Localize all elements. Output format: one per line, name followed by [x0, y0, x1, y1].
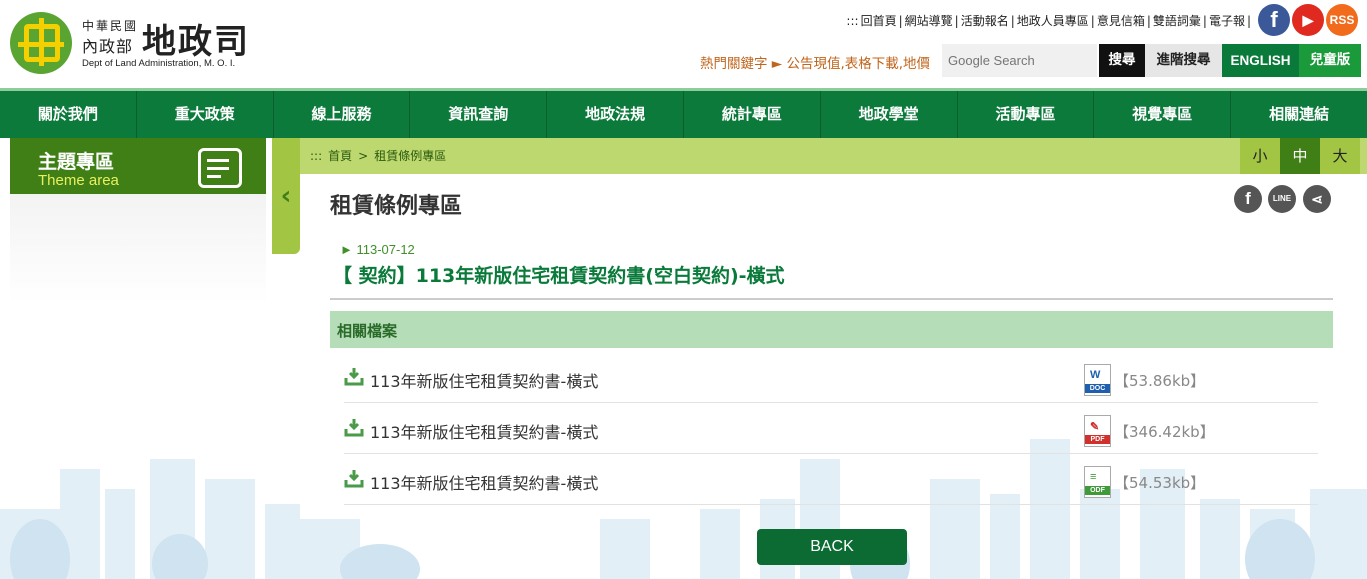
article-title: 【 契約】113年新版住宅租賃契約書(空白契約)-橫式 — [333, 265, 785, 287]
logo-department[interactable]: 地政司 — [142, 14, 250, 63]
logo-country: 中華民國 — [82, 19, 139, 33]
file-name[interactable]: 113年新版住宅租賃契約書-橫式 — [370, 368, 598, 392]
file-size: 【54.53kb】 — [1114, 474, 1206, 492]
top-link-newsletter[interactable]: 電子報 — [1209, 14, 1245, 28]
top-link-glossary[interactable]: 雙語詞彙 — [1153, 14, 1201, 28]
top-link-separator: | — [1246, 14, 1251, 28]
logo-english-name: Dept of Land Administration, M. O. I. — [82, 58, 236, 69]
breadcrumb-separator: > — [358, 149, 369, 163]
breadcrumb-current[interactable]: 租賃條例專區 — [374, 149, 446, 163]
logo-ministry: 內政部 — [82, 37, 134, 56]
breadcrumb: ::: 首頁 > 租賃條例專區 — [310, 147, 452, 164]
font-size-medium-button[interactable]: 中 — [1280, 138, 1320, 174]
share-icon[interactable]: ⋖ — [1303, 185, 1331, 213]
top-link-separator: | — [1202, 14, 1207, 28]
share-facebook-icon[interactable]: f — [1234, 185, 1262, 213]
file-name[interactable]: 113年新版住宅租賃契約書-橫式 — [370, 419, 598, 443]
file-row[interactable]: 113年新版住宅租賃契約書-橫式 ≡ ODF 【54.53kb】 — [344, 454, 1318, 505]
youtube-icon[interactable]: ▶ — [1292, 4, 1324, 36]
top-link-feedback[interactable]: 意見信箱 — [1097, 14, 1145, 28]
font-size-large-button[interactable]: 大 — [1320, 138, 1360, 174]
download-icon — [344, 368, 364, 386]
doc-file-icon: W DOC — [1084, 364, 1111, 396]
breadcrumb-bar: ::: 首頁 > 租賃條例專區 小 中 大 — [300, 138, 1367, 174]
divider — [330, 298, 1333, 300]
page-title: 租賃條例專區 — [330, 194, 463, 219]
kids-version-button[interactable]: 兒童版 — [1299, 44, 1361, 77]
nav-events[interactable]: 活動專區 — [958, 91, 1095, 138]
nav-academy[interactable]: 地政學堂 — [821, 91, 958, 138]
top-link-separator: | — [898, 14, 903, 28]
top-links: ::: 回首頁 | 網站導覽 | 活動報名 | 地政人員專區 | 意見信箱 | 雙語詞彙 | 電子報 | — [845, 12, 1252, 29]
sidebar-toggle-button[interactable]: ‹ — [272, 138, 300, 254]
share-line-icon[interactable]: LINE — [1268, 185, 1296, 213]
nav-statistics[interactable]: 統計專區 — [684, 91, 821, 138]
top-link-staff[interactable]: 地政人員專區 — [1017, 14, 1089, 28]
english-button[interactable]: ENGLISH — [1222, 44, 1299, 77]
file-size: 【346.42kb】 — [1114, 423, 1215, 441]
top-link-marker: ::: — [846, 14, 859, 28]
font-size-small-button[interactable]: 小 — [1240, 138, 1280, 174]
search-button[interactable]: 搜尋 — [1099, 44, 1145, 77]
top-link-separator: | — [954, 14, 959, 28]
related-files-header: 相關檔案 — [330, 311, 1333, 348]
nav-online-service[interactable]: 線上服務 — [274, 91, 411, 138]
odf-file-icon: ≡ ODF — [1084, 466, 1111, 498]
nav-about[interactable]: 關於我們 — [0, 91, 137, 138]
related-files-title: 相關檔案 — [337, 322, 398, 340]
file-name[interactable]: 113年新版住宅租賃契約書-橫式 — [370, 470, 598, 494]
main-nav: 關於我們 重大政策 線上服務 資訊查詢 地政法規 統計專區 地政學堂 活動專區 … — [0, 88, 1367, 138]
advanced-search-button[interactable]: 進階搜尋 — [1145, 44, 1222, 77]
pdf-file-icon: ✎ PDF — [1084, 415, 1111, 447]
nav-info-query[interactable]: 資訊查詢 — [410, 91, 548, 138]
article-date: ► 113-07-12 — [340, 242, 415, 257]
file-row[interactable]: 113年新版住宅租賃契約書-橫式 ✎ PDF 【346.42kb】 — [344, 403, 1318, 454]
breadcrumb-marker: ::: — [310, 149, 323, 163]
top-link-separator: | — [1090, 14, 1095, 28]
breadcrumb-home[interactable]: 首頁 — [328, 149, 352, 163]
theme-area-header: 主題專區 Theme area — [10, 138, 266, 194]
top-link-home[interactable]: 回首頁 — [861, 14, 897, 28]
theme-title: 主題專區 — [38, 151, 115, 173]
download-icon — [344, 470, 364, 488]
nav-regulations[interactable]: 地政法規 — [547, 91, 684, 138]
rss-icon[interactable]: RSS — [1326, 4, 1358, 36]
download-icon — [344, 419, 364, 437]
nav-visual[interactable]: 視覺專區 — [1094, 91, 1232, 138]
top-link-separator: | — [1010, 14, 1015, 28]
notepad-icon — [198, 148, 242, 188]
logo-icon[interactable] — [10, 12, 72, 74]
top-link-separator: | — [1146, 14, 1151, 28]
top-link-sitemap[interactable]: 網站導覽 — [905, 14, 953, 28]
site-header: 中華民國 內政部 地政司 Dept of Land Administration… — [0, 0, 1367, 88]
hot-keywords[interactable]: 熱門關鍵字 ► 公告現值,表格下載,地價 — [700, 52, 940, 72]
back-button[interactable]: BACK — [757, 529, 907, 565]
search-input[interactable] — [942, 44, 1097, 77]
nav-links[interactable]: 相關連結 — [1231, 91, 1367, 138]
file-row[interactable]: 113年新版住宅租賃契約書-橫式 W DOC 【53.86kb】 — [344, 352, 1318, 403]
theme-subtitle: Theme area — [38, 172, 119, 189]
sidebar-body — [10, 194, 266, 304]
nav-policy[interactable]: 重大政策 — [137, 91, 274, 138]
facebook-icon[interactable]: f — [1258, 4, 1290, 36]
file-size: 【53.86kb】 — [1114, 372, 1206, 390]
top-link-events[interactable]: 活動報名 — [961, 14, 1009, 28]
